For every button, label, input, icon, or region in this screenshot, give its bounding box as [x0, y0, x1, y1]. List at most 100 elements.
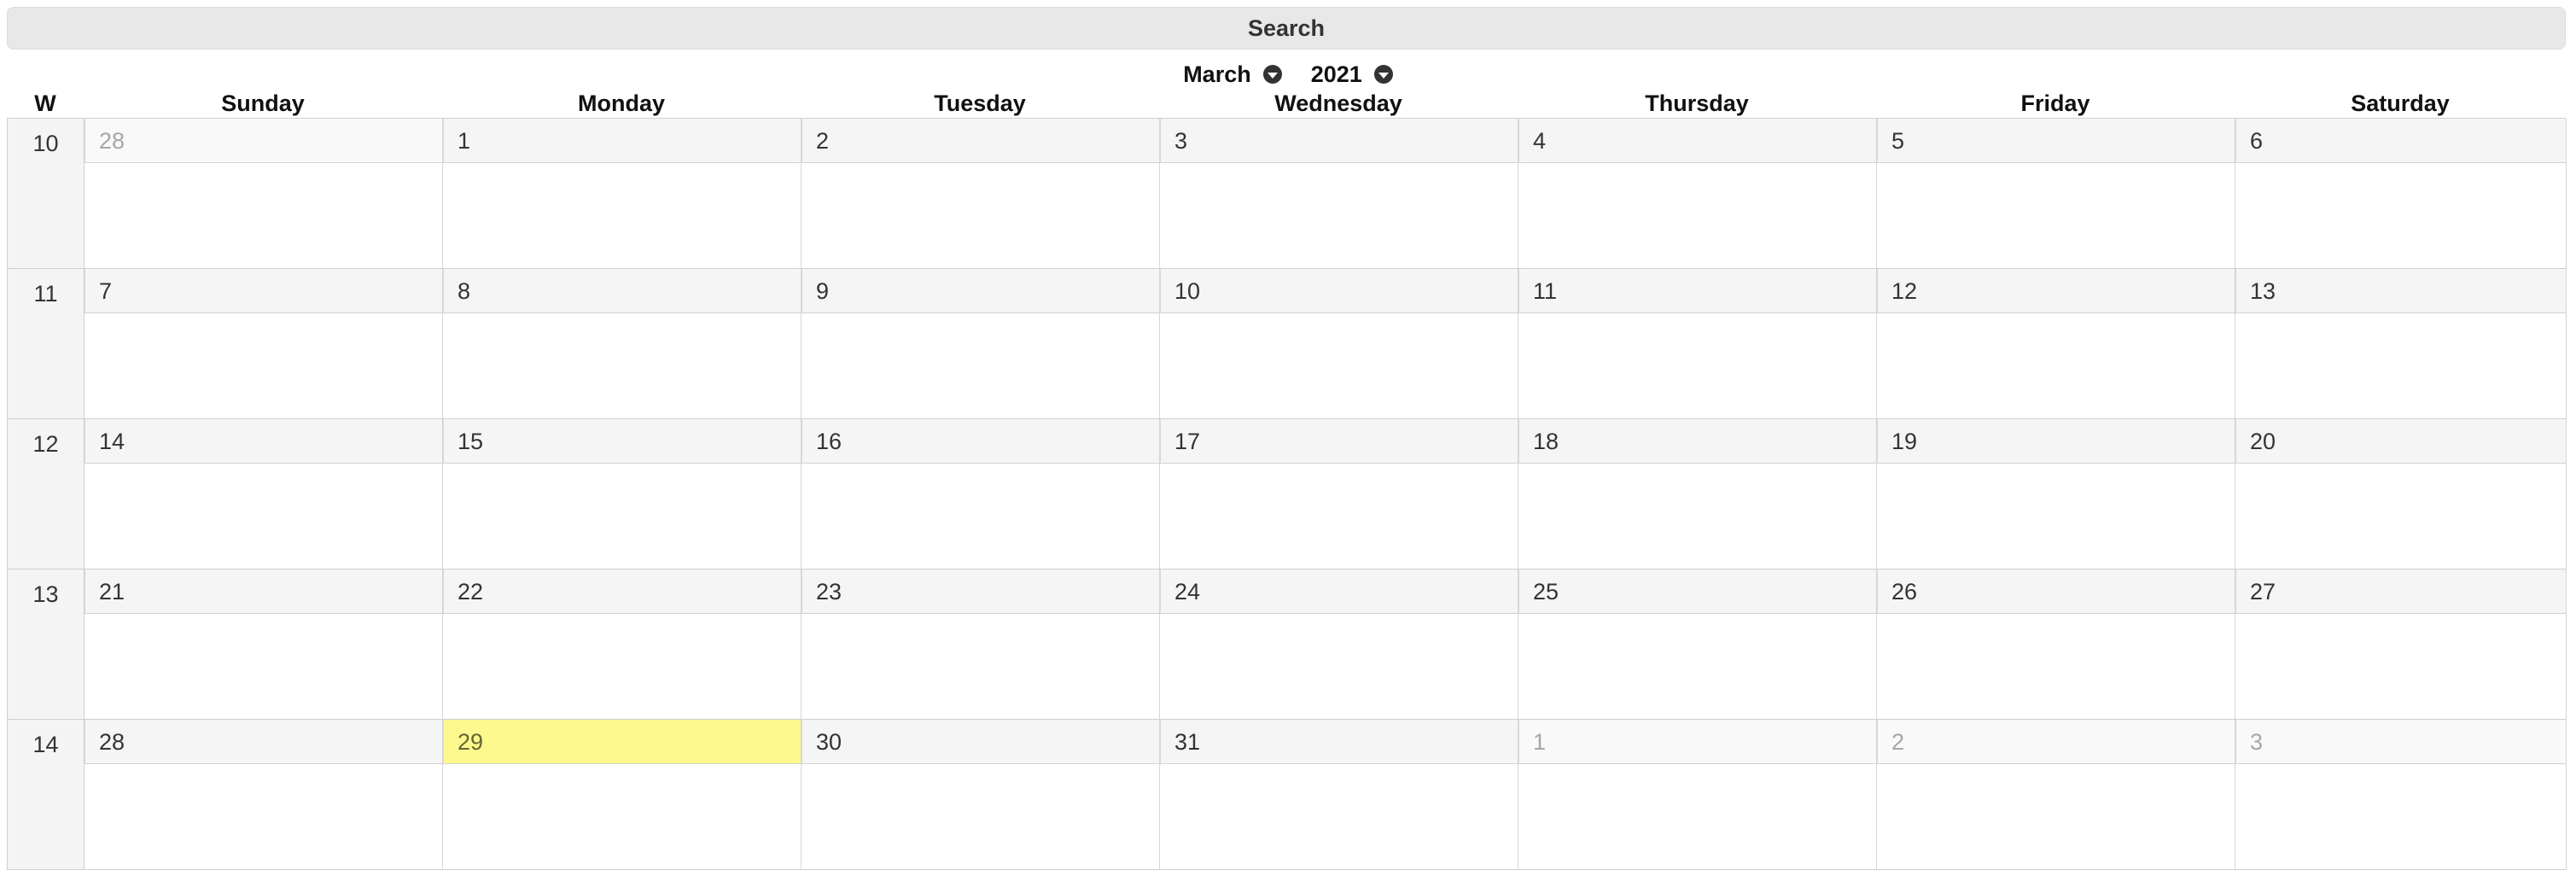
- day-events-area[interactable]: [2235, 313, 2566, 418]
- day-events-area[interactable]: [443, 313, 801, 418]
- day-events-area[interactable]: [2235, 764, 2566, 869]
- day-events-area[interactable]: [2235, 464, 2566, 569]
- day-cell[interactable]: 18: [1518, 419, 1877, 569]
- day-cell-other-month[interactable]: 1: [1518, 720, 1877, 870]
- year-dropdown[interactable]: 2021: [1311, 61, 1393, 88]
- chevron-down-icon[interactable]: [1373, 65, 1393, 84]
- day-cell-other-month[interactable]: 28: [85, 119, 443, 269]
- day-events-area[interactable]: [801, 614, 1159, 719]
- day-events-area[interactable]: [1160, 764, 1518, 869]
- day-number: 11: [1518, 269, 1876, 313]
- day-events-area[interactable]: [1518, 614, 1876, 719]
- day-cell[interactable]: 19: [1877, 419, 2235, 569]
- day-cell[interactable]: 6: [2235, 119, 2567, 269]
- weekday-label: Tuesday: [934, 90, 1026, 116]
- day-cell[interactable]: 13: [2235, 269, 2567, 419]
- day-cell[interactable]: 27: [2235, 569, 2567, 720]
- day-events-area[interactable]: [443, 764, 801, 869]
- day-number: 7: [85, 269, 442, 313]
- weekday-label: Wednesday: [1274, 90, 1402, 116]
- weekday-label: Sunday: [221, 90, 305, 116]
- day-number: 3: [1160, 119, 1518, 163]
- calendar-grid: 10 28 1 2 3 4 5 6 11 7 8 9 10 11 12 13 12 14 15 16 17 18 19 20 1…: [7, 118, 2567, 870]
- day-cell[interactable]: 3: [1160, 119, 1518, 269]
- day-events-area[interactable]: [443, 614, 801, 719]
- day-number: 15: [443, 419, 801, 464]
- day-number: 1: [1518, 720, 1876, 764]
- day-events-area[interactable]: [85, 764, 442, 869]
- day-number: 26: [1877, 569, 2235, 614]
- day-cell[interactable]: 9: [801, 269, 1160, 419]
- day-number: 12: [1877, 269, 2235, 313]
- day-number: 1: [443, 119, 801, 163]
- week-number: 12: [8, 419, 85, 569]
- day-events-area[interactable]: [1160, 614, 1518, 719]
- day-events-area[interactable]: [1518, 313, 1876, 418]
- month-dropdown[interactable]: March: [1183, 61, 1282, 88]
- day-events-area[interactable]: [801, 163, 1159, 268]
- day-events-area[interactable]: [801, 764, 1159, 869]
- day-cell[interactable]: 5: [1877, 119, 2235, 269]
- day-events-area[interactable]: [1160, 464, 1518, 569]
- day-number: 22: [443, 569, 801, 614]
- day-events-area[interactable]: [1518, 764, 1876, 869]
- day-events-area[interactable]: [1518, 163, 1876, 268]
- day-cell-today[interactable]: 29: [443, 720, 801, 870]
- day-events-area[interactable]: [85, 163, 442, 268]
- day-events-area[interactable]: [85, 614, 442, 719]
- day-cell[interactable]: 10: [1160, 269, 1518, 419]
- day-cell[interactable]: 26: [1877, 569, 2235, 720]
- day-events-area[interactable]: [1877, 764, 2235, 869]
- day-cell[interactable]: 21: [85, 569, 443, 720]
- day-cell[interactable]: 17: [1160, 419, 1518, 569]
- day-cell[interactable]: 25: [1518, 569, 1877, 720]
- day-events-area[interactable]: [85, 464, 442, 569]
- day-number: 16: [801, 419, 1159, 464]
- day-number: 5: [1877, 119, 2235, 163]
- day-cell-other-month[interactable]: 3: [2235, 720, 2567, 870]
- day-cell[interactable]: 7: [85, 269, 443, 419]
- day-cell[interactable]: 28: [85, 720, 443, 870]
- day-events-area[interactable]: [85, 313, 442, 418]
- day-number: 25: [1518, 569, 1876, 614]
- day-cell[interactable]: 1: [443, 119, 801, 269]
- day-number: 18: [1518, 419, 1876, 464]
- day-cell[interactable]: 31: [1160, 720, 1518, 870]
- day-cell[interactable]: 22: [443, 569, 801, 720]
- day-events-area[interactable]: [2235, 614, 2566, 719]
- day-events-area[interactable]: [443, 163, 801, 268]
- search-button[interactable]: Search: [7, 7, 2566, 50]
- day-cell[interactable]: 14: [85, 419, 443, 569]
- day-cell[interactable]: 16: [801, 419, 1160, 569]
- chevron-down-icon[interactable]: [1262, 65, 1282, 84]
- day-events-area[interactable]: [1160, 313, 1518, 418]
- day-events-area[interactable]: [1877, 464, 2235, 569]
- day-cell[interactable]: 11: [1518, 269, 1877, 419]
- day-number: 24: [1160, 569, 1518, 614]
- day-events-area[interactable]: [1877, 163, 2235, 268]
- day-cell[interactable]: 23: [801, 569, 1160, 720]
- day-number: 28: [85, 720, 442, 764]
- week-number: 10: [8, 119, 85, 269]
- day-cell[interactable]: 2: [801, 119, 1160, 269]
- week-number: 11: [8, 269, 85, 419]
- day-events-area[interactable]: [1160, 163, 1518, 268]
- weekday-header: W Sunday Monday Tuesday Wednesday Thursd…: [7, 89, 2566, 118]
- day-number: 21: [85, 569, 442, 614]
- day-events-area[interactable]: [1877, 313, 2235, 418]
- day-events-area[interactable]: [1877, 614, 2235, 719]
- day-events-area[interactable]: [1518, 464, 1876, 569]
- day-events-area[interactable]: [443, 464, 801, 569]
- day-cell[interactable]: 12: [1877, 269, 2235, 419]
- day-events-area[interactable]: [801, 464, 1159, 569]
- day-events-area[interactable]: [2235, 163, 2566, 268]
- day-events-area[interactable]: [801, 313, 1159, 418]
- day-cell[interactable]: 15: [443, 419, 801, 569]
- day-cell[interactable]: 20: [2235, 419, 2567, 569]
- day-cell[interactable]: 30: [801, 720, 1160, 870]
- day-cell[interactable]: 4: [1518, 119, 1877, 269]
- search-label: Search: [1247, 15, 1326, 41]
- day-cell[interactable]: 24: [1160, 569, 1518, 720]
- day-cell-other-month[interactable]: 2: [1877, 720, 2235, 870]
- day-cell[interactable]: 8: [443, 269, 801, 419]
